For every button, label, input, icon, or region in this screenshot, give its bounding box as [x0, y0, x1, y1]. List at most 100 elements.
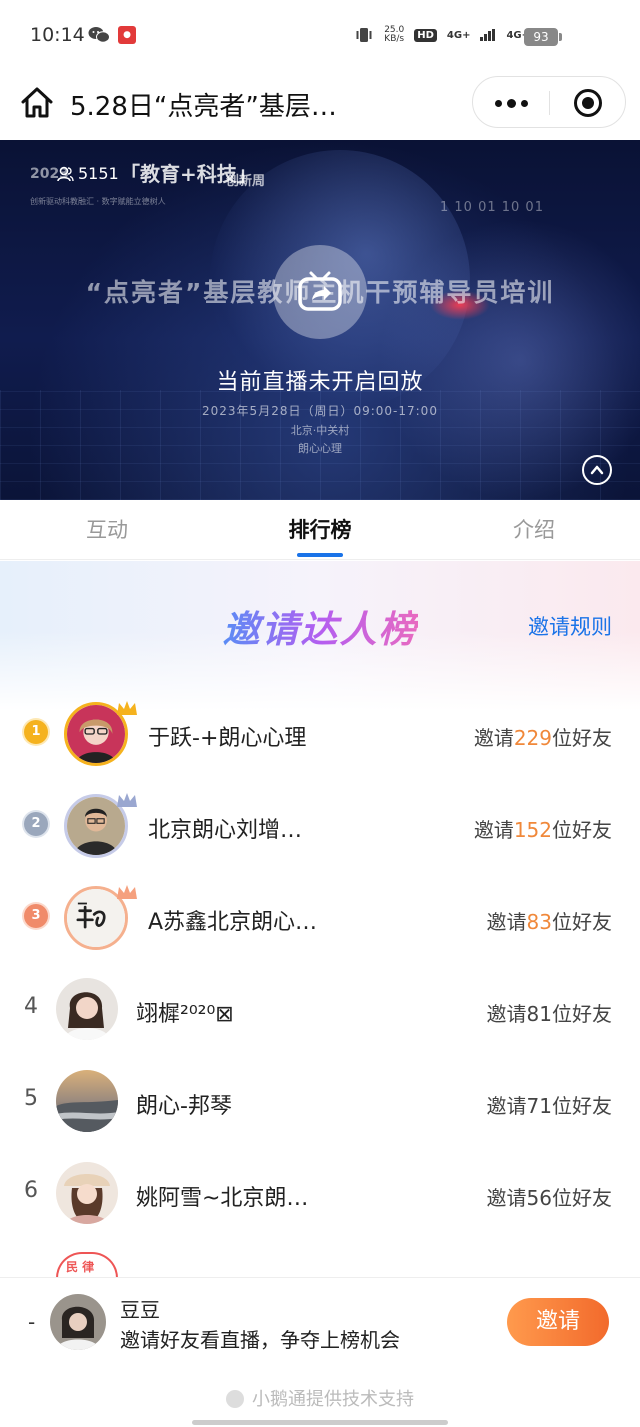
battery-icon: 93	[524, 28, 562, 46]
invite-suffix: 位好友	[552, 1186, 612, 1210]
invite-count-value: 229	[513, 726, 552, 750]
avatar	[56, 978, 118, 1040]
invite-prefix: 邀请	[473, 818, 514, 842]
invite-count: 邀请229位好友	[474, 722, 612, 751]
event-organizer: 朗心心理	[298, 442, 342, 455]
ranking-row[interactable]: 6 姚阿雪~北京朗… 邀请56位好友	[0, 1150, 640, 1242]
invite-count: 邀请152位好友	[474, 814, 612, 843]
tech-support-footer: 小鹅通提供技术支持	[0, 1385, 640, 1411]
invite-prefix: 邀请	[473, 726, 514, 750]
ranking-name: 朗心-邦琴	[136, 1094, 232, 1119]
ranking-row[interactable]: 2 北京朗心刘增… 邀请152位好友	[0, 782, 640, 874]
status-bar: 10:14 ● 25.0 KB/s HD 4G+ 4G+ 93	[0, 0, 640, 72]
my-name: 豆豆	[120, 1298, 160, 1322]
live-video-player[interactable]: 2023 「教育+科技」 创新周 创新驱动科教融汇 · 数字赋能立德树人 1 1…	[0, 140, 640, 500]
invite-count: 邀请56位好友	[487, 1182, 612, 1211]
vibrate-icon	[356, 28, 372, 42]
tab-ranking[interactable]: 排行榜	[250, 514, 390, 544]
target-dot	[582, 97, 594, 109]
dot-icon	[507, 99, 516, 108]
viewer-count: 5151	[56, 164, 119, 183]
close-mini-program-button[interactable]	[550, 77, 627, 129]
page-title: 5.28日“点亮者”基层…	[70, 92, 337, 122]
avatar	[56, 1070, 118, 1132]
brand-subtitle: 创新驱动科教融汇 · 数字赋能立德树人	[30, 197, 166, 206]
wechat-icon	[88, 27, 110, 43]
partial-avatar-text: 民 律	[66, 1260, 95, 1274]
invite-count: 邀请71位好友	[487, 1090, 612, 1119]
tab-bar: 互动 排行榜 介绍	[0, 500, 640, 560]
chevron-up-icon	[590, 465, 604, 475]
ranking-row[interactable]: 4 翊樨²⁰²⁰⊠ 邀请81位好友	[0, 966, 640, 1058]
network-type-1: 4G+	[446, 29, 471, 41]
invite-suffix: 位好友	[552, 1002, 612, 1026]
ranking-row[interactable]: 3 A苏鑫北京朗心… 邀请83位好友	[0, 874, 640, 966]
home-indicator[interactable]	[192, 1420, 448, 1425]
ranking-name: 于跃-+朗心心理	[148, 726, 307, 751]
viewer-count-value: 5151	[78, 164, 119, 183]
network-speed: 25.0 KB/s	[384, 26, 404, 44]
invite-prefix: 邀请	[486, 1002, 527, 1026]
invite-count-value: 81	[526, 1002, 552, 1026]
invite-count-value: 71	[526, 1094, 552, 1118]
replay-tv-button[interactable]	[273, 245, 367, 339]
my-ranking-bar: - 豆豆 邀请好友看直播，争夺上榜机会 邀请	[0, 1277, 640, 1367]
dot-icon	[495, 100, 502, 107]
rank-medal-badge: 3	[24, 904, 48, 928]
silver-crown-icon	[117, 793, 137, 807]
ranking-name: 翊樨²⁰²⁰⊠	[136, 1002, 234, 1027]
app-notification-icon: ●	[118, 26, 136, 44]
avatar	[56, 1162, 118, 1224]
ranking-name: A苏鑫北京朗心…	[148, 910, 318, 935]
user-icon	[57, 166, 74, 181]
invite-prefix: 邀请	[486, 1094, 527, 1118]
home-icon[interactable]	[20, 86, 54, 120]
rank-medal-badge: 2	[24, 812, 48, 836]
invite-button[interactable]: 邀请	[507, 1298, 609, 1346]
more-button[interactable]	[473, 77, 549, 129]
gold-crown-icon	[117, 701, 137, 715]
invite-tip: 邀请好友看直播，争夺上榜机会	[120, 1328, 400, 1352]
collapse-button[interactable]	[582, 455, 612, 485]
ranking-row[interactable]: 1 于跃-+朗心心理 邀请229位好友	[0, 690, 640, 782]
invite-count-value: 56	[526, 1186, 552, 1210]
hd-badge: HD	[414, 28, 437, 42]
invite-count-value: 83	[526, 910, 552, 934]
footer-text: 小鹅通提供技术支持	[252, 1389, 414, 1410]
signal-icon	[480, 29, 496, 41]
invite-prefix: 邀请	[486, 910, 527, 934]
invite-count: 邀请81位好友	[487, 998, 612, 1027]
rank-number: 5	[24, 1086, 38, 1111]
invite-count: 邀请83位好友	[487, 906, 612, 935]
avatar-photo	[50, 1294, 106, 1350]
invite-suffix: 位好友	[552, 818, 612, 842]
ranking-title-text: 邀请达人榜	[222, 608, 418, 651]
invite-prefix: 邀请	[486, 1186, 527, 1210]
dot-icon	[521, 100, 528, 107]
active-tab-indicator	[297, 553, 343, 557]
event-date: 2023年5月28日（周日）09:00-17:00	[202, 404, 438, 418]
partial-next-avatar: 民 律	[56, 1252, 118, 1278]
status-time: 10:14	[30, 24, 85, 46]
brand-tag: 创新周	[226, 174, 266, 189]
binary-decoration: 1 10 01 10 01	[440, 200, 544, 215]
my-rank: -	[28, 1310, 36, 1334]
invite-suffix: 位好友	[552, 1094, 612, 1118]
network-speed-unit: KB/s	[384, 34, 405, 44]
avatar-photo	[56, 1162, 118, 1224]
avatar-photo	[56, 1070, 118, 1132]
ranking-name: 北京朗心刘增…	[148, 818, 303, 843]
event-location: 北京·中关村	[290, 424, 350, 437]
invite-rules-link[interactable]: 邀请规则	[528, 611, 612, 641]
tv-share-icon	[298, 271, 342, 311]
tab-introduction[interactable]: 介绍	[464, 514, 604, 544]
ranking-row[interactable]: 5 朗心-邦琴 邀请71位好友	[0, 1058, 640, 1150]
mini-program-capsule	[472, 76, 626, 128]
my-avatar	[50, 1294, 106, 1350]
avatar-photo	[56, 978, 118, 1040]
xiaoetong-logo-icon	[226, 1390, 244, 1408]
invite-suffix: 位好友	[552, 910, 612, 934]
ranking-name: 姚阿雪~北京朗…	[136, 1186, 309, 1211]
tab-interaction[interactable]: 互动	[37, 514, 177, 544]
rank-number: 6	[24, 1178, 38, 1203]
